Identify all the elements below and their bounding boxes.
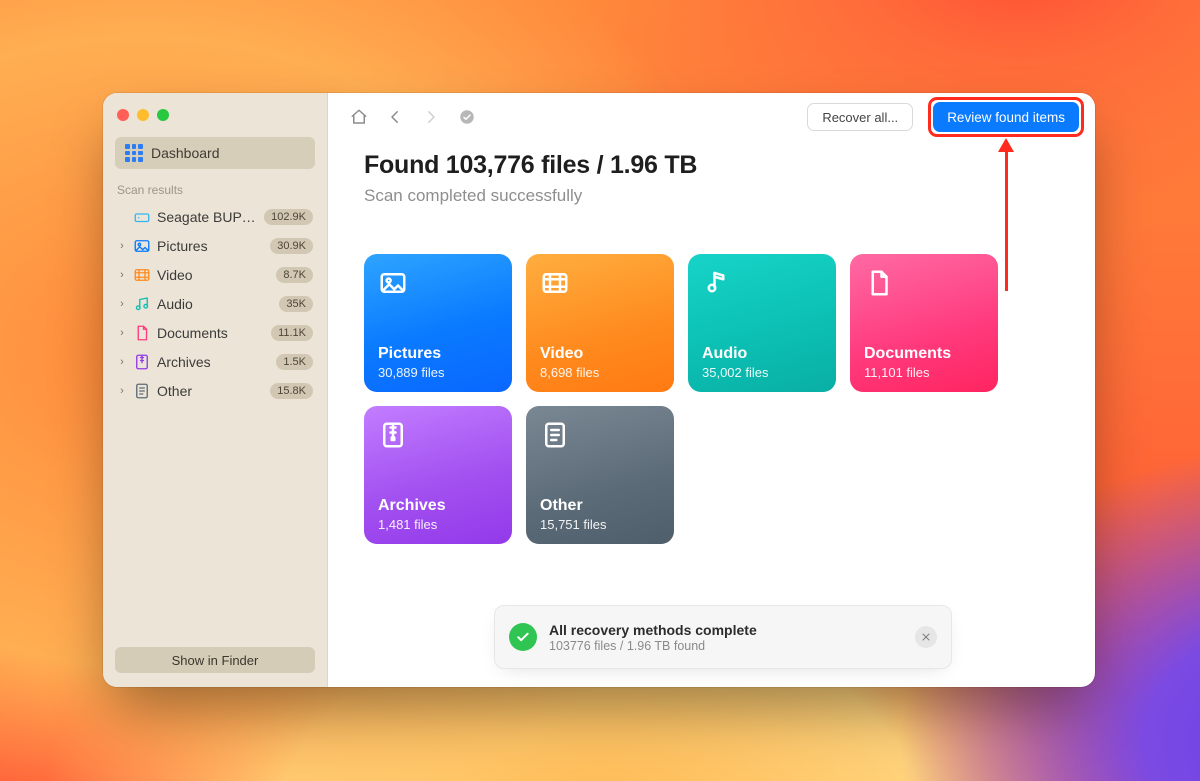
sidebar-item-count: 8.7K [276, 267, 313, 283]
sidebar-item-label: Audio [157, 296, 273, 312]
sidebar-item-audio[interactable]: › Audio 35K [109, 290, 321, 318]
doc-icon [133, 324, 151, 342]
category-card-audio[interactable]: Audio 35,002 files [688, 254, 836, 392]
card-file-count: 8,698 files [540, 365, 660, 380]
category-card-other[interactable]: Other 15,751 files [526, 406, 674, 544]
card-file-count: 35,002 files [702, 365, 822, 380]
card-title: Audio [702, 345, 822, 363]
back-button[interactable] [380, 104, 410, 130]
category-card-video[interactable]: Video 8,698 files [526, 254, 674, 392]
status-indicator[interactable] [452, 104, 482, 130]
scan-summary-subtitle: Scan completed successfully [364, 186, 1059, 206]
toolbar: Recover all... Review found items [328, 93, 1095, 141]
dashboard-button[interactable]: Dashboard [115, 137, 315, 169]
sidebar-item-other[interactable]: › Other 15.8K [109, 377, 321, 405]
category-cards: Pictures 30,889 files Video 8,698 files Audi… [328, 206, 1095, 544]
category-card-archive[interactable]: Archives 1,481 files [364, 406, 512, 544]
drive-icon [133, 208, 151, 226]
notice-title: All recovery methods complete [549, 622, 903, 638]
other-icon [133, 382, 151, 400]
card-file-count: 30,889 files [378, 365, 498, 380]
other-icon [540, 420, 570, 450]
sidebar-item-doc[interactable]: › Documents 11.1K [109, 319, 321, 347]
card-file-count: 15,751 files [540, 517, 660, 532]
doc-icon [864, 268, 894, 298]
success-icon [509, 623, 537, 651]
video-icon [133, 266, 151, 284]
app-window: Dashboard Scan results › Seagate BUP S… 10… [103, 93, 1095, 687]
chevron-right-icon: › [117, 298, 127, 310]
chevron-right-icon: › [117, 240, 127, 252]
sidebar-tree: › Seagate BUP S… 102.9K › Pictures 30.9K › Vide… [103, 203, 327, 406]
card-file-count: 1,481 files [378, 517, 498, 532]
dashboard-label: Dashboard [151, 145, 220, 161]
dashboard-icon [125, 144, 143, 162]
card-title: Video [540, 345, 660, 363]
zoom-window-button[interactable] [157, 109, 169, 121]
scan-summary-title: Found 103,776 files / 1.96 TB [364, 151, 1059, 180]
forward-button[interactable] [416, 104, 446, 130]
sidebar-item-label: Pictures [157, 238, 264, 254]
minimize-window-button[interactable] [137, 109, 149, 121]
sidebar-item-label: Documents [157, 325, 265, 341]
audio-icon [133, 295, 151, 313]
card-file-count: 11,101 files [864, 365, 984, 380]
category-card-picture[interactable]: Pictures 30,889 files [364, 254, 512, 392]
chevron-right-icon [422, 108, 440, 126]
card-title: Archives [378, 497, 498, 515]
sidebar-item-archive[interactable]: › Archives 1.5K [109, 348, 321, 376]
sidebar-item-picture[interactable]: › Pictures 30.9K [109, 232, 321, 260]
sidebar-item-label: Other [157, 383, 264, 399]
chevron-right-icon: › [117, 385, 127, 397]
recover-all-button[interactable]: Recover all... [807, 103, 913, 131]
sidebar-item-count: 15.8K [270, 383, 313, 399]
category-card-doc[interactable]: Documents 11,101 files [850, 254, 998, 392]
review-found-items-button[interactable]: Review found items [933, 102, 1079, 132]
sidebar-item-label: Archives [157, 354, 270, 370]
chevron-right-icon: › [117, 356, 127, 368]
archive-icon [133, 353, 151, 371]
window-controls [103, 93, 327, 131]
audio-icon [702, 268, 732, 298]
completion-notice: All recovery methods complete 103776 fil… [494, 605, 952, 669]
sidebar-item-count: 1.5K [276, 354, 313, 370]
sidebar-item-count: 35K [279, 296, 313, 312]
picture-icon [378, 268, 408, 298]
check-circle-icon [458, 108, 476, 126]
video-icon [540, 268, 570, 298]
card-title: Other [540, 497, 660, 515]
close-window-button[interactable] [117, 109, 129, 121]
notice-subtitle: 103776 files / 1.96 TB found [549, 639, 903, 653]
main-panel: Recover all... Review found items Found … [328, 93, 1095, 687]
scan-summary-header: Found 103,776 files / 1.96 TB Scan compl… [328, 141, 1095, 206]
chevron-right-icon: › [117, 269, 127, 281]
home-button[interactable] [344, 104, 374, 130]
sidebar-item-count: 11.1K [271, 325, 313, 341]
sidebar-item-drive[interactable]: ›Seagate BUP S…102.9K [109, 203, 321, 231]
chevron-right-icon: › [117, 327, 127, 339]
home-icon [350, 108, 368, 126]
sidebar-section-label: Scan results [103, 183, 327, 203]
notice-close-button[interactable] [915, 626, 937, 648]
sidebar-item-label: Video [157, 267, 270, 283]
card-title: Pictures [378, 345, 498, 363]
sidebar-footer: Show in Finder [103, 637, 327, 687]
sidebar: Dashboard Scan results › Seagate BUP S… 10… [103, 93, 328, 687]
chevron-left-icon [386, 108, 404, 126]
sidebar-item-video[interactable]: › Video 8.7K [109, 261, 321, 289]
card-title: Documents [864, 345, 984, 363]
sidebar-item-label: Seagate BUP S… [157, 209, 258, 225]
close-icon [920, 631, 932, 643]
picture-icon [133, 237, 151, 255]
sidebar-item-count: 102.9K [264, 209, 313, 225]
show-in-finder-button[interactable]: Show in Finder [115, 647, 315, 673]
sidebar-item-count: 30.9K [270, 238, 313, 254]
archive-icon [378, 420, 408, 450]
